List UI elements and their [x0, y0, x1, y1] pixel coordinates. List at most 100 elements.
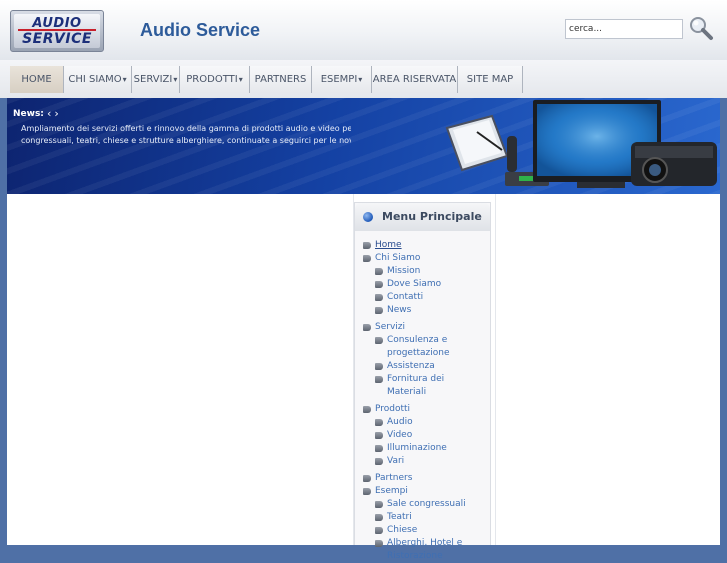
- bullet-icon: [375, 458, 383, 465]
- nav-item-label: HOME: [21, 74, 52, 85]
- menu-item-label: News: [387, 305, 412, 315]
- nav-item-label: SITE MAP: [466, 74, 514, 85]
- bullet-icon: [363, 488, 371, 495]
- nav-bar: HOME CHI SIAMO ▾ SERVIZI ▾ PRODOTTI ▾ PARTNERS E…: [10, 66, 523, 93]
- menu-item-label: Chi Siamo: [375, 253, 421, 263]
- menu-item-assistenza[interactable]: Assistenza: [375, 360, 472, 373]
- menu-item-news[interactable]: News: [375, 304, 472, 317]
- menu-item-label: Teatri: [387, 512, 412, 522]
- menu-item-sale-congressuali[interactable]: Sale congressuali: [375, 498, 472, 511]
- menu-item-contatti[interactable]: Contatti: [375, 291, 472, 304]
- bullet-icon: [375, 281, 383, 288]
- menu-item-label: Partners: [375, 473, 413, 483]
- nav-item-label: SERVIZI: [133, 74, 173, 85]
- search-input[interactable]: [565, 19, 683, 39]
- bullet-icon: [375, 527, 383, 534]
- menu-item-home[interactable]: Home: [363, 239, 460, 252]
- globe-icon: [363, 212, 373, 222]
- nav-item-prodotti[interactable]: PRODOTTI ▾: [180, 66, 250, 93]
- menu-item-label: Alberghi, Hotel e Ristorazione: [387, 538, 463, 561]
- menu-title: Menu Principale: [382, 210, 482, 223]
- news-nav-arrows[interactable]: ‹›: [47, 107, 62, 120]
- magnifier-icon: [690, 17, 713, 40]
- nav-item-partners[interactable]: PARTNERS: [250, 66, 312, 93]
- menu-item-label: Video: [387, 430, 413, 440]
- nav-item-label: ESEMPI: [320, 74, 358, 85]
- nav-item-servizi[interactable]: SERVIZI ▾: [132, 66, 180, 93]
- menu-item-label: Chiese: [387, 525, 418, 535]
- bullet-icon: [375, 268, 383, 275]
- bullet-icon: [363, 324, 371, 331]
- bullet-icon: [375, 514, 383, 521]
- nav-item-label: PRODOTTI: [186, 74, 238, 85]
- bullet-icon: [375, 445, 383, 452]
- chevron-down-icon: ▾: [173, 75, 178, 84]
- menu-item-label: Consulenza e progettazione: [387, 335, 450, 358]
- news-banner: News: ‹› Ampliamento dei servizi offerti…: [7, 98, 720, 194]
- bullet-icon: [375, 337, 383, 344]
- banner-products-image: [445, 100, 717, 188]
- nav-item-site-map[interactable]: SITE MAP: [458, 66, 523, 93]
- main-menu-box: Menu Principale Home Chi Siamo Mission Dove…: [354, 202, 491, 561]
- site-logo[interactable]: AUDIO SERVICE: [10, 10, 104, 52]
- menu-item-audio[interactable]: Audio: [375, 416, 472, 429]
- menu-item-video[interactable]: Video: [375, 429, 472, 442]
- bullet-icon: [363, 255, 371, 262]
- logo-text-service: SERVICE: [22, 31, 92, 47]
- menu-item-vari[interactable]: Vari: [375, 455, 472, 468]
- chevron-down-icon: ▾: [358, 75, 363, 84]
- tablet-image: [445, 114, 509, 172]
- nav-item-label: AREA RISERVATA: [372, 74, 457, 85]
- menu-item-label: Fornitura dei Materiali: [387, 374, 445, 397]
- news-line-2: congressuali, teatri, chiese e strutture…: [21, 136, 351, 145]
- chevron-down-icon: ▾: [238, 75, 243, 84]
- nav-item-label: CHI SIAMO: [68, 74, 122, 85]
- menu-item-alberghi-hotel-e-ristorazione[interactable]: Alberghi, Hotel e Ristorazione: [375, 537, 472, 563]
- menu-item-label: Mission: [387, 266, 421, 276]
- menu-item-label: Dove Siamo: [387, 279, 442, 289]
- bullet-icon: [375, 419, 383, 426]
- logo-plate: AUDIO SERVICE: [14, 14, 100, 48]
- menu-item-dove-siamo[interactable]: Dove Siamo: [375, 278, 472, 291]
- main-navigation: HOME CHI SIAMO ▾ SERVIZI ▾ PRODOTTI ▾ PARTNERS E…: [0, 60, 727, 98]
- bullet-icon: [375, 307, 383, 314]
- search-button[interactable]: [688, 15, 714, 41]
- menu-item-label: Esempi: [375, 486, 408, 496]
- projector-image: [631, 142, 717, 186]
- site-title: Audio Service: [140, 20, 261, 40]
- bullet-icon: [363, 406, 371, 413]
- content-area: Menu Principale Home Chi Siamo Mission Dove…: [7, 194, 720, 561]
- menu-item-fornitura-dei-materiali[interactable]: Fornitura dei Materiali: [375, 373, 472, 399]
- bullet-icon: [375, 540, 383, 547]
- menu-item-label: Prodotti: [375, 404, 411, 414]
- nav-item-chi-siamo[interactable]: CHI SIAMO ▾: [64, 66, 132, 93]
- nav-item-esempi[interactable]: ESEMPI ▾: [312, 66, 372, 93]
- news-label: News:: [13, 109, 44, 119]
- menu-item-label: Audio: [387, 417, 413, 427]
- menu-item-prodotti[interactable]: Prodotti: [363, 403, 460, 416]
- menu-item-label: Vari: [387, 456, 405, 466]
- menu-header: Menu Principale: [355, 203, 490, 231]
- news-ticker[interactable]: Ampliamento dei servizi offerti e rinnov…: [21, 123, 351, 147]
- menu-item-chiese[interactable]: Chiese: [375, 524, 472, 537]
- nav-item-area-riservata[interactable]: AREA RISERVATA: [372, 66, 458, 93]
- menu-item-label: Sale congressuali: [387, 499, 466, 509]
- menu-item-teatri[interactable]: Teatri: [375, 511, 472, 524]
- menu-item-label: Contatti: [387, 292, 424, 302]
- bullet-icon: [375, 432, 383, 439]
- menu-item-label: Home: [375, 240, 402, 250]
- menu-item-label: Servizi: [375, 322, 406, 332]
- menu-item-consulenza-e-progettazione[interactable]: Consulenza e progettazione: [375, 334, 472, 360]
- menu-item-esempi[interactable]: Esempi: [363, 485, 460, 498]
- news-line-1: Ampliamento dei servizi offerti e rinnov…: [21, 124, 351, 133]
- bullet-icon: [375, 294, 383, 301]
- menu-item-illuminazione[interactable]: Illuminazione: [375, 442, 472, 455]
- menu-item-label: Assistenza: [387, 361, 435, 371]
- column-divider: [495, 194, 496, 545]
- menu-item-chi-siamo[interactable]: Chi Siamo: [363, 252, 460, 265]
- menu-item-servizi[interactable]: Servizi: [363, 321, 460, 334]
- nav-item-home[interactable]: HOME: [10, 66, 64, 93]
- bullet-icon: [375, 363, 383, 370]
- menu-item-partners[interactable]: Partners: [363, 472, 460, 485]
- menu-item-mission[interactable]: Mission: [375, 265, 472, 278]
